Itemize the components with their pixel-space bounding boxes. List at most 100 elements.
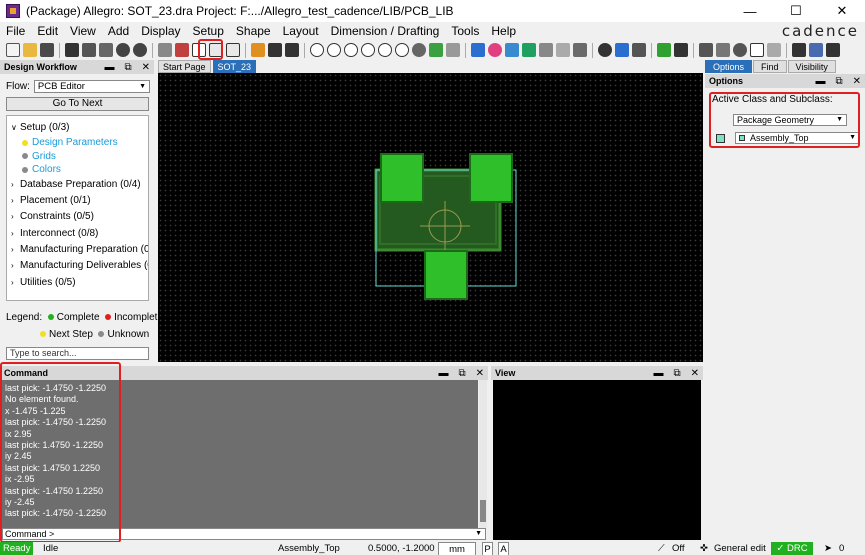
copy-icon[interactable] <box>82 43 96 57</box>
pin-icon[interactable] <box>158 43 172 57</box>
menu-shape[interactable]: Shape <box>230 22 277 40</box>
drc-indicator[interactable]: ✓ DRC <box>771 542 813 555</box>
tab-sot-23[interactable]: SOT_23 <box>212 60 257 73</box>
workflow-item-manufacturing-preparation[interactable]: › Manufacturing Preparation (0/1) <box>7 242 148 258</box>
pad-2[interactable] <box>469 153 513 203</box>
menu-tools[interactable]: Tools <box>445 22 485 40</box>
move-icon[interactable] <box>65 43 79 57</box>
export-icon[interactable] <box>826 43 840 57</box>
tab-visibility[interactable]: Visibility <box>787 60 836 73</box>
pane-minimize-icon[interactable]: ▬ <box>438 368 448 379</box>
minimize-button[interactable]: — <box>727 0 773 22</box>
pick-mode-p[interactable]: P <box>482 542 493 555</box>
menu-help[interactable]: Help <box>485 22 522 40</box>
workflow-item-interconnect[interactable]: › Interconnect (0/8) <box>7 226 148 242</box>
report-icon[interactable] <box>632 43 646 57</box>
view-canvas[interactable] <box>493 380 701 540</box>
spread-icon[interactable] <box>285 43 299 57</box>
undo-icon[interactable] <box>116 43 130 57</box>
workflow-subitem-grids[interactable]: Grids <box>7 150 148 164</box>
workflow-item-manufacturing-deliverables[interactable]: › Manufacturing Deliverables (0/... <box>7 258 148 274</box>
pane-float-icon[interactable]: ⧉ <box>835 76 842 87</box>
visibility-icon[interactable] <box>539 43 553 57</box>
pane-minimize-icon[interactable]: ▬ <box>104 62 114 73</box>
layers-icon[interactable] <box>505 43 519 57</box>
menu-edit[interactable]: Edit <box>31 22 64 40</box>
workflow-subitem-design-parameters[interactable]: Design Parameters <box>7 136 148 150</box>
workflow-item-constraints[interactable]: › Constraints (0/5) <box>7 209 148 225</box>
snap-icon[interactable]: ⟋ <box>658 542 665 555</box>
unpin-icon[interactable] <box>175 43 189 57</box>
color-icon[interactable] <box>488 43 502 57</box>
workflow-search-input[interactable]: Type to search... <box>6 347 149 360</box>
pad-3[interactable] <box>424 250 468 300</box>
flow-select[interactable]: PCB Editor <box>33 80 150 93</box>
pane-float-icon[interactable]: ⧉ <box>458 368 465 379</box>
zoom-out-icon[interactable] <box>361 43 375 57</box>
pane-close-icon[interactable]: ✕ <box>142 62 150 73</box>
shape-select-icon[interactable] <box>750 43 764 57</box>
delete-icon[interactable] <box>99 43 113 57</box>
grid-icon[interactable] <box>471 43 485 57</box>
command-scrollbar[interactable] <box>479 380 487 528</box>
pick-mode-a[interactable]: A <box>498 542 509 555</box>
menu-add[interactable]: Add <box>102 22 135 40</box>
pane-minimize-icon[interactable]: ▬ <box>653 368 663 379</box>
workflow-item-placement[interactable]: › Placement (0/1) <box>7 193 148 209</box>
pane-float-icon[interactable]: ⧉ <box>124 62 131 73</box>
maximize-button[interactable]: ☐ <box>773 0 819 22</box>
measure-icon[interactable] <box>615 43 629 57</box>
add-line-icon[interactable] <box>192 43 206 57</box>
show-element-icon[interactable] <box>598 43 612 57</box>
close-button[interactable]: ✕ <box>819 0 865 22</box>
workflow-subitem-colors[interactable]: Colors <box>7 163 148 177</box>
pane-close-icon[interactable]: ✕ <box>476 368 484 379</box>
slide-icon[interactable] <box>268 43 282 57</box>
go-to-next-button[interactable]: Go To Next <box>6 97 149 111</box>
route-icon[interactable] <box>251 43 265 57</box>
menu-layout[interactable]: Layout <box>277 22 325 40</box>
camera-icon[interactable] <box>792 43 806 57</box>
open-icon[interactable] <box>23 43 37 57</box>
units-field[interactable]: mm <box>438 542 476 555</box>
text-cursor-icon[interactable] <box>674 43 688 57</box>
redraw-icon[interactable] <box>412 43 426 57</box>
pane-close-icon[interactable]: ✕ <box>691 368 699 379</box>
shape-merge-icon[interactable] <box>767 43 781 57</box>
shape-void-icon[interactable] <box>733 43 747 57</box>
pane-minimize-icon[interactable]: ▬ <box>815 76 825 87</box>
menu-setup[interactable]: Setup <box>187 22 230 40</box>
workflow-item-utilities[interactable]: › Utilities (0/5) <box>7 275 148 291</box>
menu-file[interactable]: File <box>0 22 31 40</box>
class-select[interactable]: Package Geometry <box>733 114 847 126</box>
save-icon[interactable] <box>40 43 54 57</box>
new-icon[interactable] <box>6 43 20 57</box>
workflow-item-setup[interactable]: ∨ Setup (0/3) <box>7 120 148 136</box>
tab-start-page[interactable]: Start Page <box>158 60 211 73</box>
subclass-select[interactable]: Assembly_Top <box>735 132 860 144</box>
workflow-item-database-preparation[interactable]: › Database Preparation (0/4) <box>7 177 148 193</box>
import-icon[interactable] <box>809 43 823 57</box>
pane-float-icon[interactable]: ⧉ <box>673 368 680 379</box>
drc-update-icon[interactable] <box>573 43 587 57</box>
subclass-color-swatch[interactable] <box>716 133 725 143</box>
design-canvas[interactable] <box>158 73 703 362</box>
chevron-down-icon[interactable]: ▼ <box>475 529 482 539</box>
shadow-icon[interactable] <box>429 43 443 57</box>
menu-display[interactable]: Display <box>135 22 186 40</box>
pin-add-icon[interactable] <box>657 43 671 57</box>
menu-dimension-drafting[interactable]: Dimension / Drafting <box>325 22 446 40</box>
stack-icon[interactable] <box>522 43 536 57</box>
pad-1[interactable] <box>380 153 424 203</box>
tab-find[interactable]: Find <box>753 60 787 73</box>
menu-view[interactable]: View <box>64 22 102 40</box>
command-input[interactable]: Command > ▼ <box>2 528 486 540</box>
pane-close-icon[interactable]: ✕ <box>853 76 861 87</box>
scrollbar-thumb[interactable] <box>480 500 486 522</box>
zoom-center-icon[interactable] <box>395 43 409 57</box>
param-icon[interactable] <box>556 43 570 57</box>
zoom-points-icon[interactable] <box>310 43 324 57</box>
tab-options[interactable]: Options <box>705 60 753 73</box>
3d-icon[interactable] <box>446 43 460 57</box>
redo-icon[interactable] <box>133 43 147 57</box>
